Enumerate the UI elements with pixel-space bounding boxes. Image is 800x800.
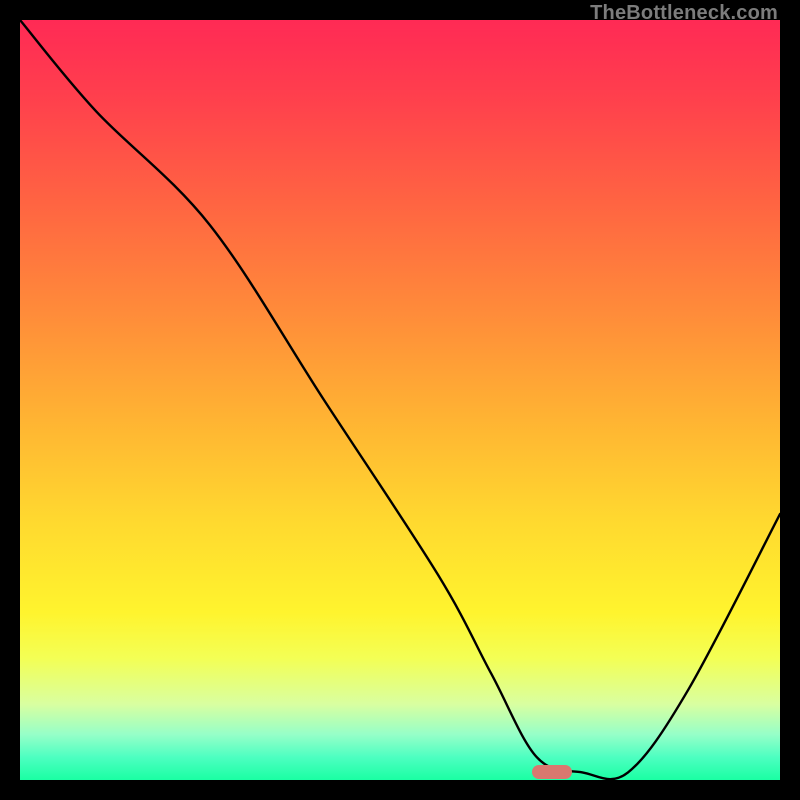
chart-stage: TheBottleneck.com [0, 0, 800, 800]
bottleneck-curve [20, 20, 780, 780]
plot-area [20, 20, 780, 780]
curve-path [20, 20, 780, 779]
optimal-marker [532, 765, 572, 779]
